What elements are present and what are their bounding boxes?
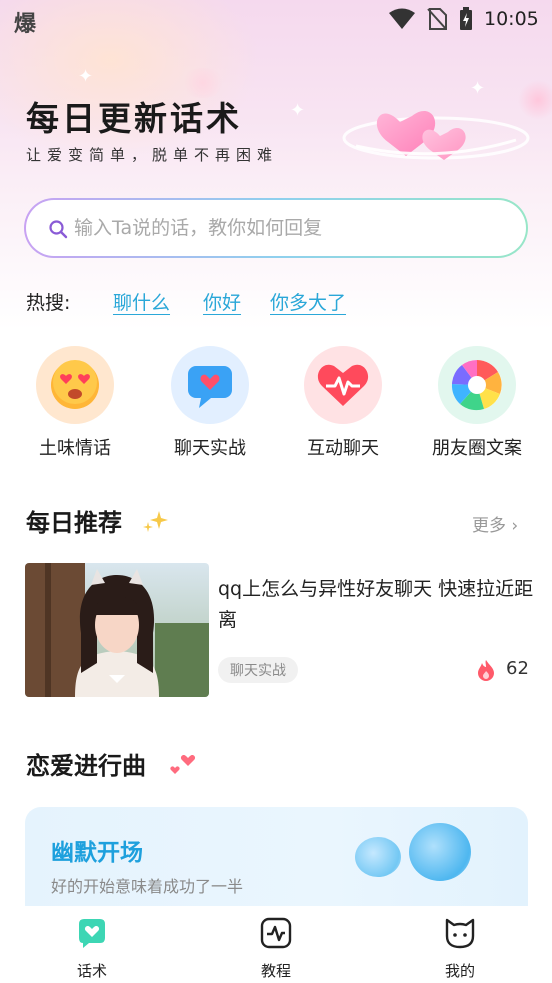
bottom-navigation: 话术 教程 我的	[0, 906, 552, 983]
chat-heart-nav-icon	[79, 919, 105, 948]
category-pengyouquan-wenan[interactable]: 朋友圈文案	[417, 346, 537, 460]
bubble-decoration	[355, 837, 401, 877]
search-bar[interactable]	[24, 198, 528, 258]
hero-subtitle: 让爱变简单，脱单不再困难	[26, 146, 279, 164]
category-label: 互动聊天	[307, 438, 379, 459]
no-sim-icon	[427, 8, 447, 30]
nav-label: 我的	[444, 962, 475, 980]
more-button[interactable]: 更多 ›	[472, 511, 518, 536]
card-description: 好的开始意味着成功了一半	[51, 877, 244, 896]
portrait-photo	[25, 563, 209, 697]
love-section-title: 恋爱进行曲	[26, 752, 146, 780]
category-icon-bg	[304, 346, 382, 424]
hearts-icon	[170, 754, 196, 774]
sparkle-icon: ✦	[290, 100, 306, 121]
category-icon-bg	[171, 346, 249, 424]
camera-aperture-icon	[451, 360, 502, 411]
daily-section-title: 每日推荐	[26, 509, 122, 537]
heart-planet-illustration	[342, 110, 530, 160]
battery-charging-icon	[460, 7, 472, 30]
category-label: 朋友圈文案	[432, 438, 522, 459]
hot-search-item[interactable]: 你多大了	[270, 288, 346, 315]
sparkle-icon: ✦	[78, 66, 94, 87]
heartbeat-icon	[317, 364, 369, 406]
nav-label: 话术	[76, 962, 107, 980]
bubble-decoration	[409, 823, 471, 881]
pulse-nav-icon	[260, 917, 292, 949]
category-hudong-liaotian[interactable]: 互动聊天	[283, 346, 403, 460]
nav-item-wode[interactable]: 我的	[420, 916, 500, 981]
search-bar-inner	[26, 200, 526, 256]
nav-item-jiaocheng[interactable]: 教程	[236, 916, 316, 981]
category-label: 土味情话	[39, 438, 111, 459]
flame-icon	[478, 660, 494, 681]
category-icon-bg	[36, 346, 114, 424]
view-count: 62	[506, 658, 529, 679]
card-title: 幽默开场	[51, 840, 143, 866]
hero-title: 每日更新话术	[26, 99, 242, 138]
recommendation-tag: 聊天实战	[218, 657, 298, 683]
recommendation-thumbnail[interactable]	[25, 563, 209, 697]
search-icon	[49, 220, 68, 239]
status-time: 10:05	[484, 8, 539, 30]
nav-item-huashu[interactable]: 话术	[52, 916, 132, 981]
category-tuwei-qinghua[interactable]: 土味情话	[15, 346, 135, 460]
category-liaotian-shizhan[interactable]: 聊天实战	[150, 346, 270, 460]
cat-face-nav-icon	[445, 918, 475, 949]
hot-search-item[interactable]: 你好	[203, 288, 241, 315]
status-app-glyph: 爆	[14, 12, 37, 37]
chat-heart-icon	[188, 366, 232, 408]
hot-search-item[interactable]: 聊什么	[113, 288, 170, 315]
search-input[interactable]	[74, 208, 494, 248]
wifi-icon	[389, 8, 415, 29]
heart-eyes-emoji-icon	[51, 360, 99, 409]
recommendation-title[interactable]: qq上怎么与异性好友聊天 快速拉近距离	[218, 574, 534, 636]
hot-search-label: 热搜:	[26, 292, 71, 314]
category-icon-bg	[438, 346, 516, 424]
category-label: 聊天实战	[174, 438, 246, 459]
nav-label: 教程	[260, 962, 291, 980]
status-bar: 爆 10:05	[0, 0, 552, 40]
sparkle-icon	[143, 511, 168, 532]
